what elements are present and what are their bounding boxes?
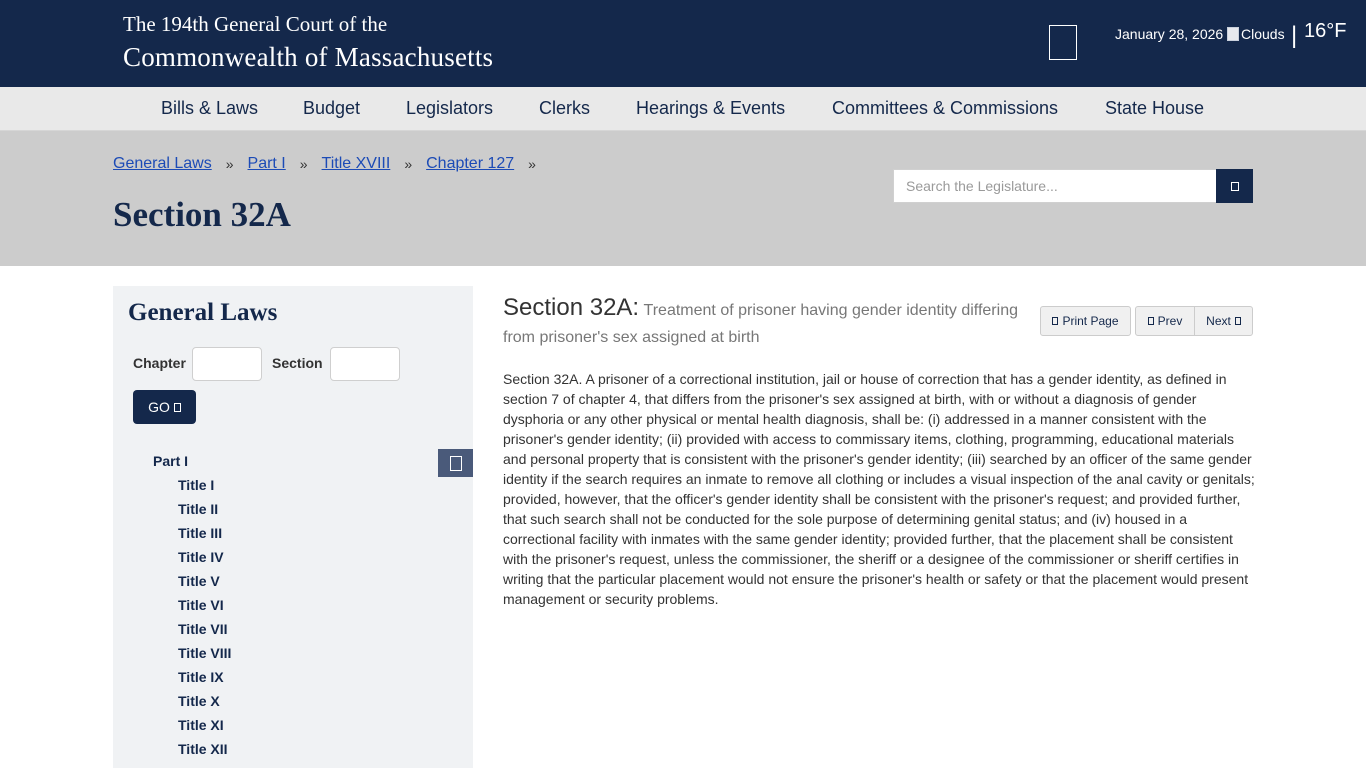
tree-toggle-button[interactable]	[438, 449, 473, 477]
breadcrumb: General Laws » Part I » Title XVIII » Ch…	[113, 155, 550, 173]
main-nav: Bills & Laws Budget Legislators Clerks H…	[0, 87, 1366, 131]
print-label: Print Page	[1062, 314, 1119, 328]
nav-item-legislators[interactable]: Legislators	[406, 98, 493, 119]
arrow-right-icon	[173, 402, 181, 412]
site-title-line1[interactable]: The 194th General Court of the	[123, 12, 387, 37]
weather-alt-text: Clouds	[1241, 26, 1285, 42]
breadcrumb-separator: »	[404, 156, 413, 172]
nav-item-budget[interactable]: Budget	[303, 98, 360, 119]
nav-item-hearings-events[interactable]: Hearings & Events	[636, 98, 785, 119]
tree-item-title[interactable]: Title V	[178, 573, 231, 597]
breadcrumb-separator: »	[225, 156, 234, 172]
nav-item-bills-laws[interactable]: Bills & Laws	[161, 98, 258, 119]
broken-image-icon	[1227, 27, 1239, 41]
site-header: The 194th General Court of the Commonwea…	[0, 0, 1366, 87]
breadcrumb-part[interactable]: Part I	[248, 155, 286, 173]
chapter-label: Chapter	[133, 355, 186, 371]
current-date: January 28, 2026	[1115, 26, 1224, 42]
nav-item-committees-commissions[interactable]: Committees & Commissions	[832, 98, 1058, 119]
breadcrumb-chapter[interactable]: Chapter 127	[426, 155, 514, 173]
temperature: 16°F	[1304, 20, 1347, 42]
print-icon	[1052, 317, 1059, 325]
nav-item-clerks[interactable]: Clerks	[539, 98, 590, 119]
tree-item-title[interactable]: Title X	[178, 693, 231, 717]
breadcrumb-general-laws[interactable]: General Laws	[113, 155, 212, 173]
tree-item-title[interactable]: Title III	[178, 525, 231, 549]
menu-icon[interactable]	[1049, 25, 1077, 60]
page-banner: General Laws » Part I » Title XVIII » Ch…	[0, 131, 1366, 266]
sidebar: General Laws Chapter Section GO Part I T…	[113, 286, 473, 768]
breadcrumb-separator: »	[299, 156, 308, 172]
go-label: GO	[148, 399, 170, 415]
header-divider: |	[1291, 22, 1298, 49]
tree-item-title[interactable]: Title I	[178, 477, 231, 501]
site-title-line2[interactable]: Commonwealth of Massachusetts	[123, 42, 493, 73]
section-input[interactable]	[330, 347, 400, 381]
breadcrumb-title[interactable]: Title XVIII	[322, 155, 391, 173]
section-heading: Section 32A: Treatment of prisoner havin…	[503, 294, 1023, 351]
go-button[interactable]: GO	[133, 390, 196, 424]
tree-item-title[interactable]: Title VI	[178, 597, 231, 621]
tree-item-title[interactable]: Title IX	[178, 669, 231, 693]
tree-item-part[interactable]: Part I	[153, 453, 188, 469]
weather-icon: Clouds	[1227, 26, 1285, 42]
search-icon	[1230, 181, 1239, 191]
prev-button[interactable]: Prev	[1135, 306, 1195, 336]
tree-item-title[interactable]: Title XII	[178, 741, 231, 765]
section-label: Section	[272, 355, 323, 371]
chevron-right-icon	[1234, 317, 1241, 325]
chapter-input[interactable]	[192, 347, 262, 381]
tree-item-title[interactable]: Title IV	[178, 549, 231, 573]
tree-item-title[interactable]: Title VII	[178, 621, 231, 645]
next-button[interactable]: Next	[1194, 306, 1253, 336]
section-number: Section 32A:	[503, 294, 640, 321]
prev-label: Prev	[1157, 314, 1183, 328]
breadcrumb-separator: »	[528, 156, 536, 172]
sidebar-title: General Laws	[128, 299, 278, 326]
nav-item-state-house[interactable]: State House	[1105, 98, 1204, 119]
chevron-left-icon	[1147, 317, 1154, 325]
tree-item-title[interactable]: Title VIII	[178, 645, 231, 669]
section-body: Section 32A. A prisoner of a correctiona…	[503, 371, 1255, 607]
next-label: Next	[1206, 314, 1231, 328]
title-list: Title I Title II Title III Title IV Titl…	[178, 477, 231, 765]
search-button[interactable]	[1216, 169, 1253, 203]
collapse-icon	[449, 455, 462, 471]
search-input[interactable]	[893, 169, 1217, 203]
tree-item-title[interactable]: Title XI	[178, 717, 231, 741]
page-title: Section 32A	[113, 195, 291, 234]
print-page-button[interactable]: Print Page	[1040, 306, 1131, 336]
tree-item-title[interactable]: Title II	[178, 501, 231, 525]
